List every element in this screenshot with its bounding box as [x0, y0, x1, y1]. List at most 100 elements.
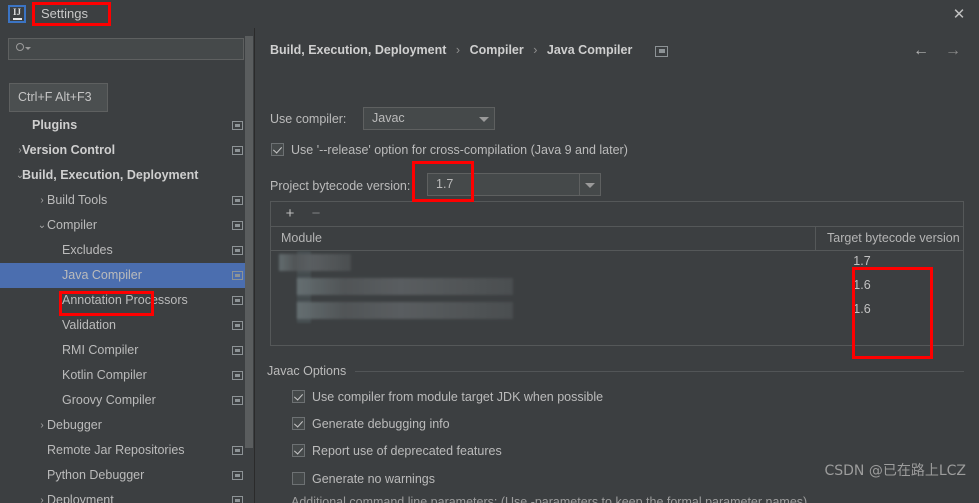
settings-marker-icon	[232, 371, 243, 380]
settings-marker-icon	[232, 196, 243, 205]
settings-marker-icon	[232, 471, 243, 480]
javac-option-checkbox-1[interactable]	[292, 417, 305, 430]
sidebar-item-build-execution-deployment[interactable]: ⌄ Build, Execution, Deployment	[0, 163, 254, 188]
window-title: Settings	[41, 6, 88, 21]
sidebar-item-rmi-compiler[interactable]: RMI Compiler	[0, 338, 254, 363]
module-name-cell	[297, 302, 513, 319]
sidebar-item-remote-jar-repositories[interactable]: Remote Jar Repositories	[0, 438, 254, 463]
column-divider[interactable]	[815, 227, 816, 251]
sidebar-item-label: Annotation Processors	[62, 293, 188, 307]
per-module-bytecode-table: + − Module Target bytecode version 1.7 1.…	[270, 201, 964, 346]
sidebar-item-plugins[interactable]: Plugins	[0, 113, 254, 138]
add-module-button[interactable]: +	[283, 206, 297, 221]
title-bar: IJ Settings ✕	[0, 0, 979, 29]
shortcut-tooltip: Ctrl+F Alt+F3	[9, 83, 108, 112]
close-icon[interactable]: ✕	[949, 5, 969, 25]
release-option-checkbox[interactable]	[271, 143, 284, 156]
module-name-cell	[279, 254, 351, 271]
settings-marker-icon	[232, 446, 243, 455]
target-bytecode-version-cell[interactable]: 1.7	[827, 254, 897, 268]
sidebar-item-label: Validation	[62, 318, 116, 332]
search-input[interactable]	[8, 38, 244, 60]
sidebar-item-label: Version Control	[22, 143, 116, 157]
forward-arrow-icon[interactable]: →	[945, 42, 961, 60]
group-separator-line	[355, 371, 964, 372]
use-compiler-value: Javac	[372, 111, 405, 125]
sidebar-item-label: Kotlin Compiler	[62, 368, 147, 382]
settings-dialog: IJ Settings ✕ Ctrl+F Alt+F3 ›EditorPlugi…	[0, 0, 979, 503]
sidebar-item-excludes[interactable]: Excludes	[0, 238, 254, 263]
settings-main-panel: Build, Execution, Deployment › Compiler …	[255, 28, 979, 503]
javac-option-checkbox-3[interactable]	[292, 472, 305, 485]
settings-marker-icon	[232, 321, 243, 330]
sidebar-item-kotlin-compiler[interactable]: Kotlin Compiler	[0, 363, 254, 388]
use-compiler-chevron-down-icon[interactable]	[474, 108, 494, 129]
sidebar-item-java-compiler[interactable]: Java Compiler	[0, 263, 254, 288]
sidebar-item-label: Build, Execution, Deployment	[22, 168, 199, 182]
javac-option-label-3: Generate no warnings	[312, 472, 435, 486]
settings-marker-icon	[232, 271, 243, 280]
javac-option-label-1: Generate debugging info	[312, 417, 450, 431]
settings-marker-icon	[232, 146, 243, 155]
table-row[interactable]: 1.6	[271, 299, 963, 323]
project-bytecode-dropdown[interactable]: 1.7	[427, 173, 601, 196]
back-arrow-icon[interactable]: ←	[913, 42, 929, 60]
sidebar-item-label: Python Debugger	[47, 468, 145, 482]
sidebar-item-compiler[interactable]: ⌄ Compiler	[0, 213, 254, 238]
use-compiler-dropdown[interactable]: Javac	[363, 107, 495, 130]
settings-marker-icon	[232, 221, 243, 230]
table-body: 1.7 1.6 1.6	[271, 251, 963, 345]
sidebar-item-deployment[interactable]: › Deployment	[0, 488, 254, 503]
settings-marker-icon	[232, 121, 243, 130]
use-compiler-label: Use compiler:	[270, 112, 347, 126]
project-bytecode-label: Project bytecode version:	[270, 179, 411, 193]
sidebar-item-label: RMI Compiler	[62, 343, 139, 357]
breadcrumb-part-1[interactable]: Build, Execution, Deployment	[270, 43, 446, 57]
javac-option-checkbox-2[interactable]	[292, 444, 305, 457]
table-toolbar: + −	[271, 202, 963, 227]
table-header-row: Module Target bytecode version	[271, 227, 963, 251]
javac-options-title: Javac Options	[267, 364, 347, 378]
csdn-watermark: CSDN @已在路上LCZ	[824, 463, 966, 479]
search-field-wrap	[8, 38, 244, 60]
sidebar-item-groovy-compiler[interactable]: Groovy Compiler	[0, 388, 254, 413]
sidebar-item-label: Plugins	[32, 118, 78, 132]
target-bytecode-version-cell[interactable]: 1.6	[827, 278, 897, 292]
sidebar-item-label: Groovy Compiler	[62, 393, 156, 407]
breadcrumb-separator-2: ›	[533, 43, 538, 57]
breadcrumb-part-2[interactable]: Compiler	[470, 43, 524, 57]
sidebar-item-build-tools[interactable]: › Build Tools	[0, 188, 254, 213]
sidebar-scrollbar-thumb[interactable]	[245, 36, 253, 448]
breadcrumb-separator-1: ›	[455, 43, 461, 57]
sidebar-item-validation[interactable]: Validation	[0, 313, 254, 338]
sidebar-item-annotation-processors[interactable]: Annotation Processors	[0, 288, 254, 313]
sidebar-item-python-debugger[interactable]: Python Debugger	[0, 463, 254, 488]
table-row[interactable]: 1.7	[271, 251, 963, 275]
settings-marker-icon	[232, 496, 243, 503]
sidebar-item-debugger[interactable]: › Debugger	[0, 413, 254, 438]
project-bytecode-chevron-down-icon[interactable]	[579, 174, 600, 195]
sidebar-item-label: Compiler	[47, 218, 98, 232]
sidebar-item-label: Build Tools	[47, 193, 108, 207]
settings-marker-icon	[232, 396, 243, 405]
javac-option-label-0: Use compiler from module target JDK when…	[312, 390, 604, 404]
settings-sidebar: Ctrl+F Alt+F3 ›EditorPlugins›Version Con…	[0, 28, 255, 503]
target-bytecode-version-cell[interactable]: 1.6	[827, 302, 897, 316]
release-option-label: Use '--release' option for cross-compila…	[291, 143, 628, 157]
column-header-target-bytecode-version[interactable]: Target bytecode version	[827, 231, 960, 245]
sidebar-item-version-control[interactable]: › Version Control	[0, 138, 254, 163]
column-header-module[interactable]: Module	[281, 231, 322, 245]
remove-module-button[interactable]: −	[309, 206, 323, 221]
javac-option-checkbox-0[interactable]	[292, 390, 305, 403]
logo-text: IJ	[12, 7, 21, 17]
breadcrumb-part-3[interactable]: Java Compiler	[547, 43, 632, 57]
search-icon	[16, 43, 31, 56]
intellij-logo-icon: IJ	[8, 5, 26, 23]
project-bytecode-value: 1.7	[436, 177, 454, 191]
table-row[interactable]: 1.6	[271, 275, 963, 299]
sidebar-item-label: Java Compiler	[62, 268, 142, 282]
sidebar-item-label: Excludes	[62, 243, 113, 257]
javac-option-label-2: Report use of deprecated features	[312, 444, 502, 458]
sidebar-item-label: Remote Jar Repositories	[47, 443, 185, 457]
settings-marker-icon	[232, 246, 243, 255]
